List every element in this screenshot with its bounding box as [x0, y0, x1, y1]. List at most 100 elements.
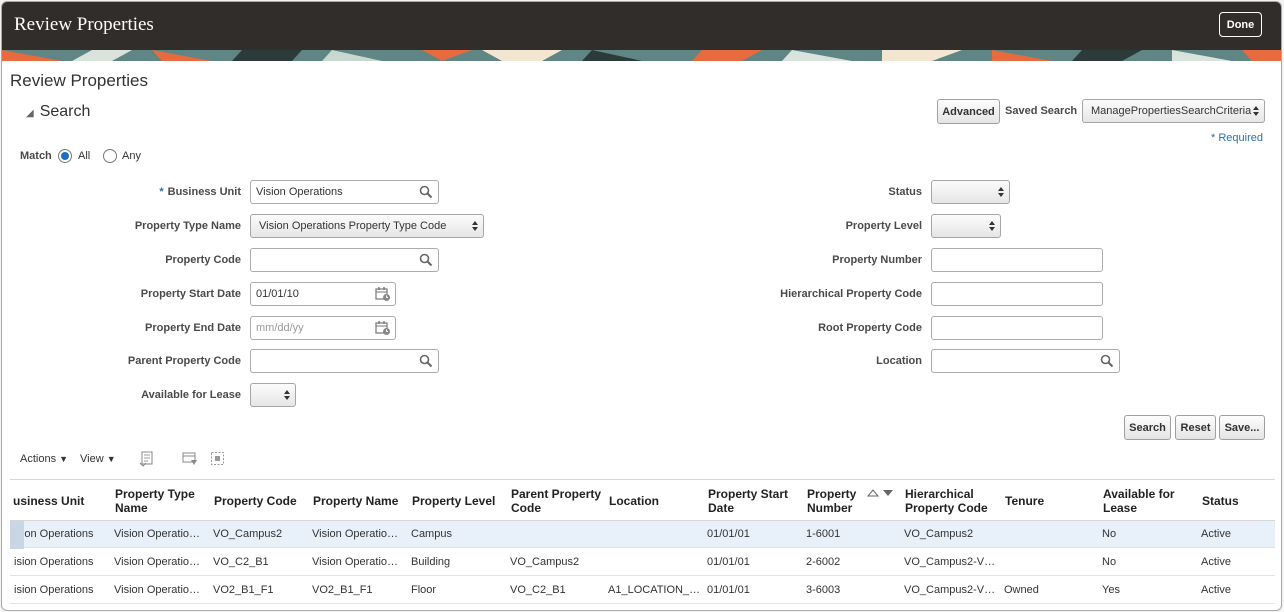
title-bar: Review Properties Done [2, 2, 1281, 50]
parent-property-code-input[interactable] [250, 349, 439, 373]
table-cell: Building [411, 556, 451, 568]
table-cell: Active [1201, 528, 1231, 540]
column-header[interactable]: Property Name [313, 494, 398, 508]
column-header-line: Property Code [905, 501, 988, 515]
search-icon[interactable] [419, 185, 433, 199]
column-header[interactable]: Property Code [214, 494, 297, 508]
column-header[interactable]: Parent Property Code [511, 487, 601, 515]
column-header-line: Lease [1103, 501, 1138, 515]
business-unit-label: * Business Unit [159, 186, 241, 198]
table-cell: Owned [1004, 584, 1039, 596]
collapse-triangle-icon[interactable]: ◢ [26, 108, 34, 119]
table-cell: A1_LOCATION_… [608, 584, 701, 596]
column-header-line: Property [807, 487, 857, 501]
required-note: * Required [1211, 132, 1263, 144]
business-unit-input[interactable]: Vision Operations [250, 180, 439, 204]
view-label: View [80, 453, 104, 465]
root-property-code-label: Root Property Code [818, 322, 922, 334]
column-header[interactable]: usiness Unit [13, 494, 84, 508]
column-header[interactable]: Status [1202, 494, 1239, 508]
hierarchical-property-code-label: Hierarchical Property Code [780, 288, 922, 300]
advanced-button[interactable]: Advanced [937, 99, 1000, 124]
property-type-name-label: Property Type Name [134, 220, 241, 232]
view-menu[interactable]: View ▼ [80, 453, 116, 465]
table-cell: 01/01/01 [707, 528, 750, 540]
column-header[interactable]: Property Type Name [115, 487, 195, 515]
location-label: Location [876, 355, 922, 367]
column-header[interactable]: Location [609, 494, 659, 508]
column-header[interactable]: Hierarchical Property Code [905, 487, 988, 515]
column-header-line: Number [807, 501, 853, 515]
column-header[interactable]: Property Level [412, 494, 495, 508]
column-header[interactable]: Property Start Date [708, 487, 788, 515]
property-end-date-label: Property End Date [145, 322, 241, 334]
column-header-line: Code [511, 501, 541, 515]
property-number-label: Property Number [832, 254, 922, 266]
table-cell: VO_Campus2 [904, 528, 974, 540]
match-all-radio[interactable] [58, 149, 72, 163]
search-button[interactable]: Search [1124, 415, 1171, 440]
column-header-line: Property Start [708, 487, 789, 501]
table-cell: No [1102, 528, 1117, 540]
table-cell: No [1102, 556, 1117, 568]
select-arrows-icon [472, 221, 478, 231]
table-cell: 01/01/01 [707, 584, 750, 596]
search-icon[interactable] [419, 354, 433, 368]
table-row[interactable]: ision Operations Vision Operatio… VO_C2_B1… [10, 549, 1275, 576]
property-code-input[interactable] [250, 248, 439, 272]
table-cell: Vision Operatio… [114, 584, 201, 596]
app-title: Review Properties [14, 14, 154, 35]
table-cell: Campus [411, 528, 452, 540]
detach-icon[interactable] [210, 451, 226, 467]
calendar-icon[interactable] [375, 320, 391, 336]
column-header[interactable]: Available for Lease [1103, 487, 1175, 515]
column-header-line: usiness Unit [13, 494, 85, 508]
table-cell: Floor [411, 584, 437, 596]
parent-property-code-label: Parent Property Code [127, 355, 241, 367]
business-unit-label-text: Business Unit [167, 186, 241, 198]
select-arrows-icon [989, 221, 995, 231]
sort-arrows-icon[interactable] [867, 488, 897, 498]
save-button[interactable]: Save... [1219, 415, 1265, 440]
column-header-line: Property Code [214, 494, 297, 508]
business-unit-value: Vision Operations [256, 186, 343, 198]
property-type-name-select[interactable]: Vision Operations Property Type Code [250, 214, 484, 238]
property-code-label: Property Code [165, 254, 241, 266]
location-input[interactable] [931, 349, 1120, 373]
property-end-date-placeholder: mm/dd/yy [256, 322, 304, 334]
search-section-header[interactable]: ◢ Search [26, 103, 90, 121]
export-icon[interactable] [139, 451, 155, 467]
property-end-date-input[interactable]: mm/dd/yy [250, 316, 396, 340]
actions-menu[interactable]: Actions ▼ [20, 453, 68, 465]
table-row[interactable]: ision Operations Vision Operatio… VO_Campu… [10, 521, 1275, 548]
calendar-icon[interactable] [375, 286, 391, 302]
column-header-line: Status [1202, 494, 1239, 508]
available-for-lease-select[interactable] [250, 383, 296, 407]
table-cell: 01/01/01 [707, 556, 750, 568]
root-property-code-input[interactable] [931, 316, 1103, 340]
property-number-input[interactable] [931, 248, 1103, 272]
search-icon[interactable] [419, 253, 433, 267]
saved-search-select[interactable]: ManagePropertiesSearchCriteria [1082, 99, 1265, 123]
search-section-title: Search [39, 103, 91, 120]
row-selector-handle[interactable] [10, 521, 24, 549]
reset-button[interactable]: Reset [1175, 415, 1216, 440]
search-icon[interactable] [1100, 354, 1114, 368]
column-header-line: Name [115, 501, 148, 515]
property-start-date-input[interactable]: 01/01/10 [250, 282, 396, 306]
status-select[interactable] [931, 180, 1010, 204]
match-any-radio[interactable] [103, 149, 117, 163]
column-header[interactable]: Tenure [1005, 494, 1044, 508]
column-header[interactable]: Property Number [807, 487, 856, 515]
select-arrows-icon [284, 390, 290, 400]
table-cell: ision Operations [14, 556, 94, 568]
property-level-select[interactable] [931, 214, 1001, 238]
table-top-border [10, 479, 1275, 480]
actions-label: Actions [20, 453, 57, 465]
table-row[interactable]: ision Operations Vision Operatio… VO2_B1_F… [10, 577, 1275, 604]
advanced-button-label: Advanced [942, 105, 995, 118]
done-button[interactable]: Done [1219, 12, 1262, 37]
freeze-icon[interactable] [182, 451, 198, 467]
hierarchical-property-code-input[interactable] [931, 282, 1103, 306]
match-all-label: All [78, 150, 91, 162]
